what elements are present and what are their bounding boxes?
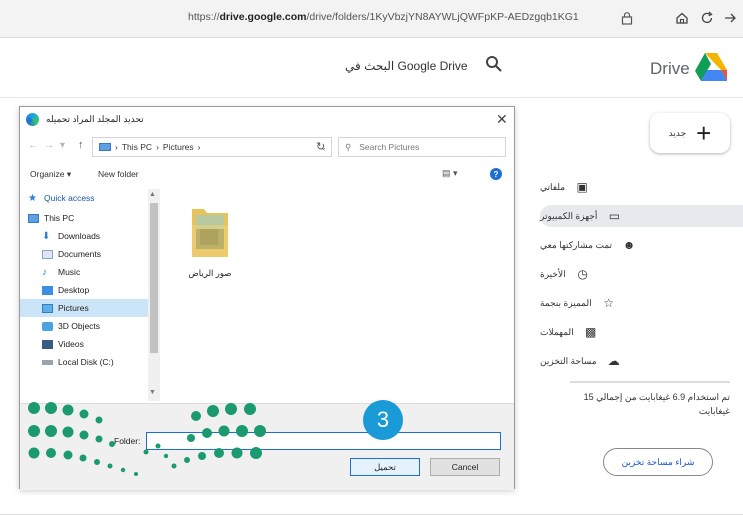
documents-icon bbox=[42, 249, 53, 259]
scroll-down-icon[interactable]: ▼ bbox=[149, 389, 156, 396]
search-icon: ⚲ bbox=[345, 141, 352, 152]
new-button[interactable]: + جديد bbox=[650, 113, 730, 153]
3d-objects-icon bbox=[42, 321, 53, 331]
dialog-address-row: ←→▾ ↑ › This PC › Pictures › ⌄ ↻ ⚲ Searc… bbox=[20, 135, 514, 159]
nav-item-videos[interactable]: Videos bbox=[20, 335, 158, 353]
view-options-icon[interactable]: ▤ ▾ bbox=[442, 168, 458, 179]
site-info-icon[interactable] bbox=[617, 8, 637, 28]
edge-browser-icon bbox=[26, 113, 39, 126]
back-forward-icon[interactable]: ←→▾ bbox=[28, 140, 71, 151]
scrollbar-thumb[interactable] bbox=[150, 203, 158, 353]
storage-usage-text: تم استخدام 6.9 غيغابايت من إجمالي 15 غيغ… bbox=[583, 392, 730, 416]
nav-item-music[interactable]: ♪ Music bbox=[20, 263, 158, 281]
folder-item-riyadh-photos[interactable]: صور الرياض bbox=[185, 203, 235, 279]
buy-storage-button[interactable]: شراء مساحة تخزين bbox=[603, 448, 713, 476]
trash-icon: ▩ bbox=[584, 325, 597, 339]
videos-icon bbox=[42, 339, 53, 349]
scroll-up-icon[interactable]: ▲ bbox=[149, 191, 156, 198]
pictures-icon bbox=[42, 303, 53, 313]
nav-item-desktop[interactable]: Desktop bbox=[20, 281, 158, 299]
dialog-toolbar: Organize ▾ New folder ▤ ▾ ? bbox=[20, 165, 514, 185]
nav-item-local-disk[interactable]: Local Disk (C:) bbox=[20, 353, 158, 371]
sidebar-item-shared[interactable]: ☻ تمت مشاركتها معي bbox=[540, 234, 743, 256]
url-field[interactable]: https://drive.google.com/drive/folders/1… bbox=[188, 11, 579, 23]
search-icon[interactable] bbox=[485, 55, 503, 73]
star-icon: ☆ bbox=[603, 296, 614, 310]
home-icon[interactable] bbox=[672, 8, 692, 28]
music-icon: ♪ bbox=[42, 266, 47, 278]
refresh-icon[interactable] bbox=[697, 8, 717, 28]
browser-address-bar: https://drive.google.com/drive/folders/1… bbox=[0, 0, 743, 38]
nav-item-3d-objects[interactable]: 3D Objects bbox=[20, 317, 158, 335]
new-folder-button[interactable]: New folder bbox=[98, 169, 139, 179]
sidebar-item-trash[interactable]: ▩ المهملات bbox=[540, 321, 743, 343]
google-drive-logo-icon bbox=[695, 53, 727, 81]
sidebar-item-recent[interactable]: ◷ الأخيرة bbox=[540, 263, 743, 285]
nav-scrollbar[interactable]: ▲ ▼ bbox=[148, 189, 160, 401]
help-icon[interactable]: ? bbox=[490, 168, 502, 180]
pc-icon bbox=[28, 213, 39, 223]
close-icon[interactable]: ✕ bbox=[496, 111, 508, 128]
sidebar-item-storage[interactable]: ☁ مساحة التخزين bbox=[540, 350, 743, 372]
sidebar-item-starred[interactable]: ☆ المميزة بنجمة bbox=[540, 292, 743, 314]
nav-item-pictures[interactable]: Pictures bbox=[20, 299, 158, 317]
refresh-icon[interactable]: ↻ bbox=[316, 140, 325, 153]
step-number-badge: 3 bbox=[363, 400, 403, 440]
pc-icon bbox=[99, 143, 111, 151]
drive-header: البحث في Google Drive Drive bbox=[0, 38, 743, 98]
nav-item-quick-access[interactable]: ★ Quick access bbox=[20, 189, 158, 207]
star-icon: ★ bbox=[28, 192, 37, 204]
screenshot: https://drive.google.com/drive/folders/1… bbox=[0, 0, 743, 515]
ministry-dots-logo bbox=[28, 402, 266, 476]
drive-search-bar[interactable]: البحث في Google Drive bbox=[345, 59, 468, 73]
plus-icon: + bbox=[696, 118, 712, 148]
upload-button[interactable]: تحميل bbox=[350, 458, 420, 476]
disk-icon bbox=[42, 359, 53, 365]
computers-icon: ▭ bbox=[608, 209, 621, 223]
navigation-pane: ★ Quick access This PC ⬇ Downloads Docum… bbox=[20, 189, 160, 401]
drive-logo-text: Drive bbox=[650, 59, 690, 78]
sidebar-item-computers[interactable]: ▭ أجهزة الكمبيوتر bbox=[540, 205, 743, 227]
my-drive-icon: ▣ bbox=[576, 180, 588, 194]
forward-arrow-icon[interactable] bbox=[720, 8, 740, 28]
up-arrow-icon[interactable]: ↑ bbox=[78, 139, 84, 151]
storage-bar bbox=[570, 381, 730, 383]
organize-menu[interactable]: Organize ▾ bbox=[30, 169, 71, 180]
cancel-button[interactable]: Cancel bbox=[430, 458, 500, 476]
clock-icon: ◷ bbox=[577, 267, 588, 281]
download-icon: ⬇ bbox=[42, 230, 51, 242]
nav-item-downloads[interactable]: ⬇ Downloads bbox=[20, 227, 158, 245]
nav-item-this-pc[interactable]: This PC bbox=[20, 209, 158, 227]
path-breadcrumb[interactable]: › This PC › Pictures › ⌄ bbox=[92, 137, 332, 157]
dialog-title-bar: تحديد المجلد المراد تحميله ✕ bbox=[20, 107, 514, 132]
nav-item-documents[interactable]: Documents bbox=[20, 245, 158, 263]
cloud-icon: ☁ bbox=[607, 354, 620, 368]
sidebar-item-my-drive[interactable]: ▣ ملفاتي bbox=[540, 176, 743, 198]
desktop-icon bbox=[42, 285, 53, 295]
shared-icon: ☻ bbox=[622, 238, 636, 252]
picture-folder-icon bbox=[192, 209, 228, 257]
search-pictures-input[interactable]: ⚲ Search Pictures bbox=[338, 137, 506, 157]
